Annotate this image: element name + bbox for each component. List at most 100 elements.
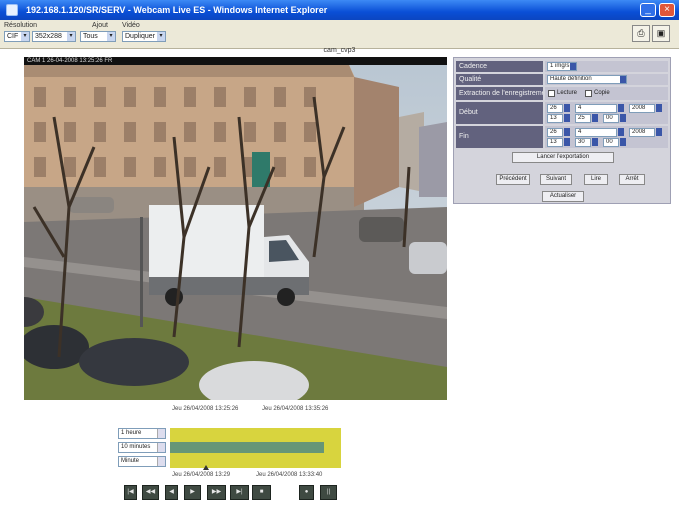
ajout-select[interactable]: Tous ▾ — [80, 31, 116, 42]
camera-name: cam_cvp3 — [323, 47, 356, 54]
lecture-label: Lecture — [557, 90, 578, 96]
copie-checkbox[interactable] — [585, 90, 592, 97]
debut-year[interactable]: 2008 — [629, 104, 655, 113]
camera-image — [24, 57, 447, 400]
timeline-cursor-label: Jeu 26/04/2008 13:29 — [172, 472, 231, 478]
debut-minute[interactable]: 25 — [575, 114, 591, 123]
toolbar-label-resolution: Résolution — [4, 22, 38, 29]
skip-start-button[interactable]: |◀ — [124, 485, 137, 500]
debut-month[interactable]: 4 — [575, 104, 617, 113]
timeline-cursor[interactable] — [203, 465, 209, 470]
size-select[interactable]: 352x288 ▾ — [32, 31, 76, 42]
stop-button[interactable]: Arrêt — [619, 174, 645, 185]
timeline-end-label: Jeu 26/04/2008 13:35:26 — [262, 406, 329, 412]
label-extraction: Extraction de l'enregistrement — [456, 87, 543, 100]
play-forward-button[interactable]: ▶ — [184, 485, 201, 500]
fin-second[interactable]: 00 — [603, 138, 619, 147]
next-button[interactable]: Suivant — [540, 174, 572, 185]
row-extraction: Extraction de l'enregistrement Lecture C… — [456, 87, 668, 100]
video-select[interactable]: Dupliquer ▾ — [122, 31, 166, 42]
quality-value: Haute définition — [550, 76, 592, 82]
zoom-value: 10 minutes — [121, 444, 151, 450]
fin-second-value: 00 — [606, 139, 613, 145]
copie-label: Copie — [594, 90, 610, 96]
video-osd: CAM 1 26-04-2008 13:25:26 FR — [24, 57, 447, 65]
pause-button[interactable]: || — [320, 485, 337, 500]
fin-minute[interactable]: 30 — [575, 138, 591, 147]
row-cadence: Cadence 1 img/s — [456, 61, 668, 72]
debut-year-spin[interactable] — [656, 104, 662, 112]
debut-day-value: 26 — [550, 105, 557, 111]
refresh-button[interactable]: Actualiser — [542, 191, 584, 202]
timeline-recorded-bar[interactable] — [170, 442, 324, 453]
row-debut: Début 26 4 2008 13 25 00 — [456, 102, 668, 124]
debut-minute-value: 25 — [578, 115, 585, 121]
row-fin: Fin 26 4 2008 13 30 00 — [456, 126, 668, 148]
fin-minute-spin[interactable] — [592, 138, 598, 146]
value-cell: Haute définition — [545, 74, 668, 85]
fin-second-spin[interactable] — [620, 138, 626, 146]
window-title: 192.168.1.120/SR/SERV - Webcam Live ES -… — [26, 5, 328, 15]
ajout-value: Tous — [83, 33, 98, 40]
value-cell: 26 4 2008 13 25 00 — [545, 102, 668, 124]
rewind-button[interactable]: ◀◀ — [142, 485, 159, 500]
debut-day-spin[interactable] — [564, 104, 570, 112]
close-button[interactable]: × — [659, 3, 675, 17]
step-value: Minute — [121, 458, 140, 464]
step-back-button[interactable]: ◀ — [165, 485, 178, 500]
fin-month[interactable]: 4 — [575, 128, 617, 137]
toolbar-label-video: Vidéo — [122, 22, 140, 29]
timeline-scale-select[interactable]: 1 heure — [118, 428, 166, 439]
fin-month-value: 4 — [578, 129, 582, 135]
toolbar: Résolution Ajout Vidéo CIF ▾ 352x288 ▾ Tou… — [0, 20, 679, 49]
debut-hour-spin[interactable] — [564, 114, 570, 122]
fin-year-value: 2008 — [632, 129, 646, 135]
fast-forward-button[interactable]: ▶▶ — [207, 485, 226, 500]
debut-second-spin[interactable] — [620, 114, 626, 122]
debut-minute-spin[interactable] — [592, 114, 598, 122]
label-debut: Début — [456, 102, 543, 124]
label-fin: Fin — [456, 126, 543, 148]
debut-second-value: 00 — [606, 115, 613, 121]
minimize-button[interactable]: _ — [640, 3, 656, 17]
quality-select[interactable]: Haute définition — [547, 75, 627, 84]
cadence-value: 1 img/s — [550, 63, 570, 69]
fin-month-spin[interactable] — [618, 128, 624, 136]
fin-minute-value: 30 — [578, 139, 585, 145]
fin-day[interactable]: 26 — [547, 128, 563, 137]
cadence-select[interactable]: 1 img/s — [547, 62, 577, 71]
fin-hour-value: 13 — [550, 139, 557, 145]
timeline-start-label: Jeu 26/04/2008 13:25:26 — [172, 406, 239, 412]
title-bar: 192.168.1.120/SR/SERV - Webcam Live ES -… — [0, 0, 679, 20]
lecture-checkbox[interactable] — [548, 90, 555, 97]
fin-hour[interactable]: 13 — [547, 138, 563, 147]
fin-year[interactable]: 2008 — [629, 128, 655, 137]
debut-day[interactable]: 26 — [547, 104, 563, 113]
debut-month-spin[interactable] — [618, 104, 624, 112]
video-view[interactable]: CAM 1 26-04-2008 13:25:26 FR — [24, 57, 447, 400]
timeline-step-select[interactable]: Minute — [118, 456, 166, 467]
previous-button[interactable]: Précédent — [496, 174, 530, 185]
export-panel: Cadence 1 img/s Qualité Haute définition… — [453, 57, 671, 204]
export-button[interactable]: Lancer l'exportation — [512, 152, 614, 163]
debut-second[interactable]: 00 — [603, 114, 619, 123]
scale-value: 1 heure — [121, 430, 142, 436]
debut-hour[interactable]: 13 — [547, 114, 563, 123]
fin-year-spin[interactable] — [656, 128, 662, 136]
fin-hour-spin[interactable] — [564, 138, 570, 146]
timeline-zoom-select[interactable]: 10 minutes — [118, 442, 166, 453]
value-cell: 1 img/s — [545, 61, 668, 72]
fin-day-spin[interactable] — [564, 128, 570, 136]
debut-year-value: 2008 — [632, 105, 646, 111]
fullscreen-icon[interactable]: ▣ — [652, 25, 670, 42]
print-icon[interactable]: ⎙ — [632, 25, 650, 42]
play-button[interactable]: Lire — [584, 174, 608, 185]
value-cell: Lecture Copie — [545, 87, 668, 100]
resolution-select[interactable]: CIF ▾ — [4, 31, 30, 42]
label-cadence: Cadence — [456, 61, 543, 72]
record-button[interactable]: ● — [299, 485, 314, 500]
resolution-value: CIF — [7, 33, 19, 40]
skip-end-button[interactable]: ▶| — [230, 485, 249, 500]
row-qualite: Qualité Haute définition — [456, 74, 668, 85]
stop-playback-button[interactable]: ■ — [252, 485, 271, 500]
